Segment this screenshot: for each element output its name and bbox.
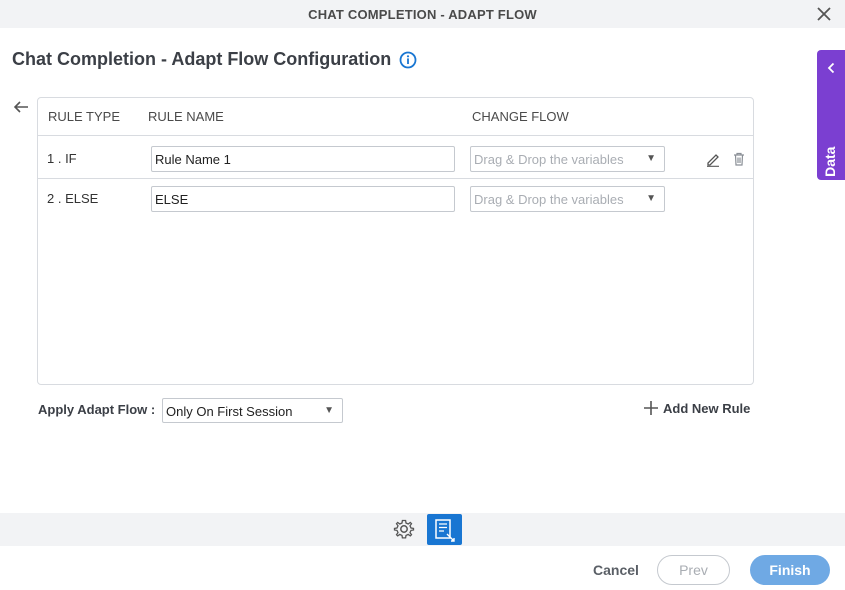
gear-icon[interactable] <box>393 518 415 540</box>
bottom-toolstrip <box>0 513 845 546</box>
rule-name-input[interactable] <box>151 186 455 212</box>
data-mapper-button[interactable] <box>427 514 462 545</box>
rules-grid: RULE TYPE RULE NAME CHANGE FLOW 1 . IF D… <box>37 97 754 385</box>
cancel-button[interactable]: Cancel <box>593 562 639 578</box>
dropdown-caret-icon: ▼ <box>646 153 656 164</box>
prev-button[interactable]: Prev <box>657 555 730 585</box>
change-flow-placeholder: Drag & Drop the variables <box>474 192 624 207</box>
app-data-label: App Data <box>822 146 838 208</box>
change-flow-dropdown[interactable]: Drag & Drop the variables ▼ <box>470 146 665 172</box>
close-icon[interactable] <box>815 5 833 23</box>
finish-button[interactable]: Finish <box>750 555 830 585</box>
rule-name-input[interactable] <box>151 146 455 172</box>
dialog-footer: Cancel Prev Finish <box>0 546 845 590</box>
app-data-panel-tab[interactable]: App Data <box>817 50 845 208</box>
apply-adapt-flow-select[interactable]: Only On First Session ▼ <box>162 398 343 423</box>
dropdown-caret-icon: ▼ <box>324 405 334 416</box>
dropdown-caret-icon: ▼ <box>646 193 656 204</box>
delete-icon[interactable] <box>731 151 747 167</box>
apply-adapt-flow-value: Only On First Session <box>166 404 293 419</box>
column-header-change-flow: CHANGE FLOW <box>472 109 569 124</box>
column-header-rule-name: RULE NAME <box>148 109 224 124</box>
column-header-rule-type: RULE TYPE <box>48 109 121 124</box>
chevron-left-icon <box>827 62 835 74</box>
page-heading: Chat Completion - Adapt Flow Configurati… <box>12 49 417 70</box>
edit-icon[interactable] <box>705 151 721 167</box>
table-row: 2 . ELSE Drag & Drop the variables ▼ <box>38 181 753 219</box>
grid-header: RULE TYPE RULE NAME CHANGE FLOW <box>38 98 753 136</box>
back-arrow-icon[interactable] <box>12 99 30 115</box>
rule-type: 1 . IF <box>47 151 77 166</box>
info-icon[interactable] <box>399 51 417 69</box>
table-row: 1 . IF Drag & Drop the variables ▼ <box>38 141 753 179</box>
dialog-titlebar: CHAT COMPLETION - ADAPT FLOW <box>0 0 845 28</box>
rule-type: 2 . ELSE <box>47 191 99 206</box>
apply-adapt-flow-label: Apply Adapt Flow : <box>38 402 156 417</box>
plus-icon <box>644 401 658 415</box>
page-title: Chat Completion - Adapt Flow Configurati… <box>12 49 392 69</box>
add-new-rule-label: Add New Rule <box>663 400 751 416</box>
add-new-rule-button[interactable]: Add New Rule <box>643 400 750 416</box>
dialog-title: CHAT COMPLETION - ADAPT FLOW <box>308 6 537 22</box>
data-mapper-icon <box>435 519 455 542</box>
change-flow-dropdown[interactable]: Drag & Drop the variables ▼ <box>470 186 665 212</box>
change-flow-placeholder: Drag & Drop the variables <box>474 152 624 167</box>
